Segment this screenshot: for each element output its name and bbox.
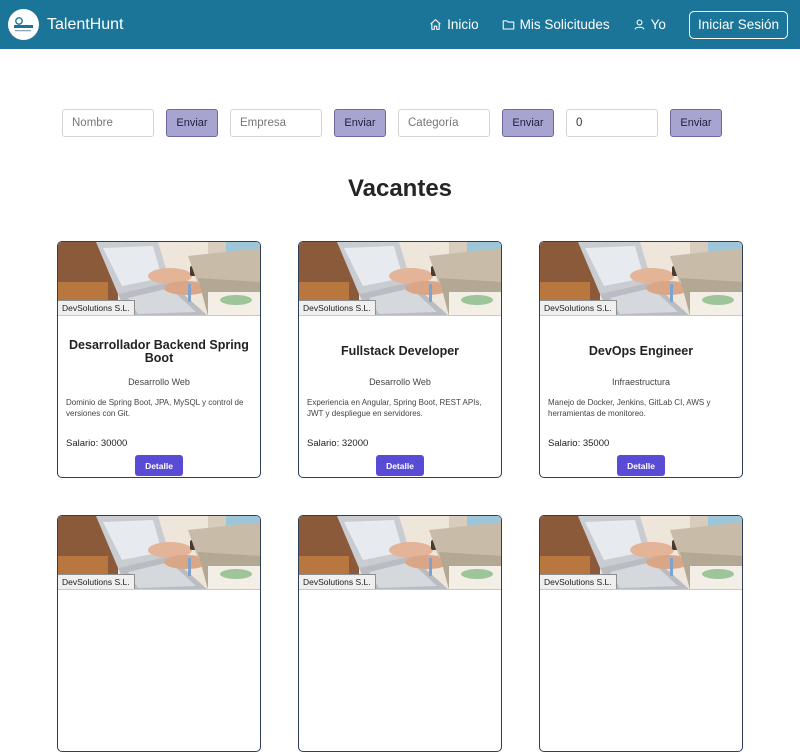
vacancy-category: Infraestructura — [611, 377, 671, 387]
nav-link-mis-solicitudes[interactable]: Mis Solicitudes — [502, 17, 610, 32]
name-filter-input[interactable] — [62, 109, 154, 137]
filters-bar: Enviar Enviar Enviar Enviar — [62, 109, 734, 137]
vacancy-salary: Salario: 35000 — [548, 438, 610, 449]
category-filter-submit-button[interactable]: Enviar — [502, 109, 554, 137]
nav-link-yo[interactable]: Yo — [633, 17, 666, 32]
vacancy-description: Experiencia en Angular, Spring Boot, RES… — [307, 398, 482, 418]
login-button[interactable]: Iniciar Sesión — [688, 10, 788, 39]
vacancy-card: DevSolutions S.L. — [298, 515, 502, 752]
detail-button[interactable]: Detalle — [376, 455, 424, 476]
vacancy-image: DevSolutions S.L. — [58, 242, 260, 316]
category-filter-input[interactable] — [398, 109, 490, 137]
brand-logo — [8, 9, 39, 40]
filter-name: Enviar — [62, 109, 218, 137]
salary-filter-input[interactable] — [566, 109, 658, 137]
vacancy-category: Desarrollo Web — [369, 377, 431, 387]
nav-link-label: Inicio — [447, 17, 479, 32]
vacancy-card: DevSolutions S.L. — [539, 515, 743, 752]
vacancy-card: DevSolutions S.L. Fullstack Developer De… — [298, 241, 502, 478]
company-tag: DevSolutions S.L. — [58, 300, 135, 315]
nav-link-label: Yo — [650, 17, 666, 32]
vacancy-title: Fullstack Developer — [340, 344, 460, 358]
company-filter-submit-button[interactable]: Enviar — [334, 109, 386, 137]
nav-link-inicio[interactable]: Inicio — [429, 17, 479, 32]
home-icon — [430, 19, 441, 30]
vacancy-card: DevSolutions S.L. Desarrollador Backend … — [57, 241, 261, 478]
navbar: TalentHunt Inicio Mis Solicitudes Yo Ini… — [0, 0, 800, 49]
vacancy-category: Desarrollo Web — [128, 377, 190, 387]
user-icon — [634, 19, 645, 30]
vacancy-image: DevSolutions S.L. — [299, 242, 501, 316]
vacancy-description: Manejo de Docker, Jenkins, GitLab CI, AW… — [548, 398, 711, 418]
company-filter-input[interactable] — [230, 109, 322, 137]
filter-company: Enviar — [230, 109, 386, 137]
vacancy-title: Desarrollador Backend Spring Boot — [69, 337, 249, 365]
vacancy-image: DevSolutions S.L. — [540, 516, 742, 590]
vacancy-image: DevSolutions S.L. — [58, 516, 260, 590]
company-tag: DevSolutions S.L. — [299, 300, 376, 315]
vacancy-title: DevOps Engineer — [588, 344, 694, 358]
vacancy-card: DevSolutions S.L. DevOps Engineer Infrae… — [539, 241, 743, 478]
nav-link-label: Mis Solicitudes — [519, 17, 610, 32]
page-title: Vacantes — [347, 175, 453, 202]
brand[interactable]: TalentHunt — [8, 9, 124, 40]
company-tag: DevSolutions S.L. — [540, 574, 617, 589]
detail-button[interactable]: Detalle — [135, 455, 183, 476]
salary-filter-submit-button[interactable]: Enviar — [670, 109, 722, 137]
vacancy-salary: Salario: 32000 — [307, 438, 369, 449]
company-tag: DevSolutions S.L. — [540, 300, 617, 315]
filter-category: Enviar — [398, 109, 554, 137]
brand-name: TalentHunt — [47, 15, 124, 33]
vacancy-description: Dominio de Spring Boot, JPA, MySQL y con… — [66, 398, 244, 418]
vacancies-grid: DevSolutions S.L. Desarrollador Backend … — [57, 241, 744, 752]
name-filter-submit-button[interactable]: Enviar — [166, 109, 218, 137]
vacancy-image: DevSolutions S.L. — [540, 242, 742, 316]
company-tag: DevSolutions S.L. — [299, 574, 376, 589]
logo-icon — [10, 11, 37, 38]
vacancy-card-body: Fullstack Developer Desarrollo Web Exper… — [299, 316, 501, 477]
nav-links: Inicio Mis Solicitudes Yo Iniciar Sesión — [429, 10, 792, 39]
folder-icon — [502, 20, 514, 30]
vacancy-card-body: DevOps Engineer Infraestructura Manejo d… — [540, 316, 742, 477]
vacancy-card-body: Desarrollador Backend Spring Boot Desarr… — [58, 316, 260, 477]
vacancy-salary: Salario: 30000 — [66, 438, 128, 449]
company-tag: DevSolutions S.L. — [58, 574, 135, 589]
detail-button[interactable]: Detalle — [617, 455, 665, 476]
vacancy-image: DevSolutions S.L. — [299, 516, 501, 590]
filter-salary: Enviar — [566, 109, 722, 137]
vacancy-card: DevSolutions S.L. — [57, 515, 261, 752]
